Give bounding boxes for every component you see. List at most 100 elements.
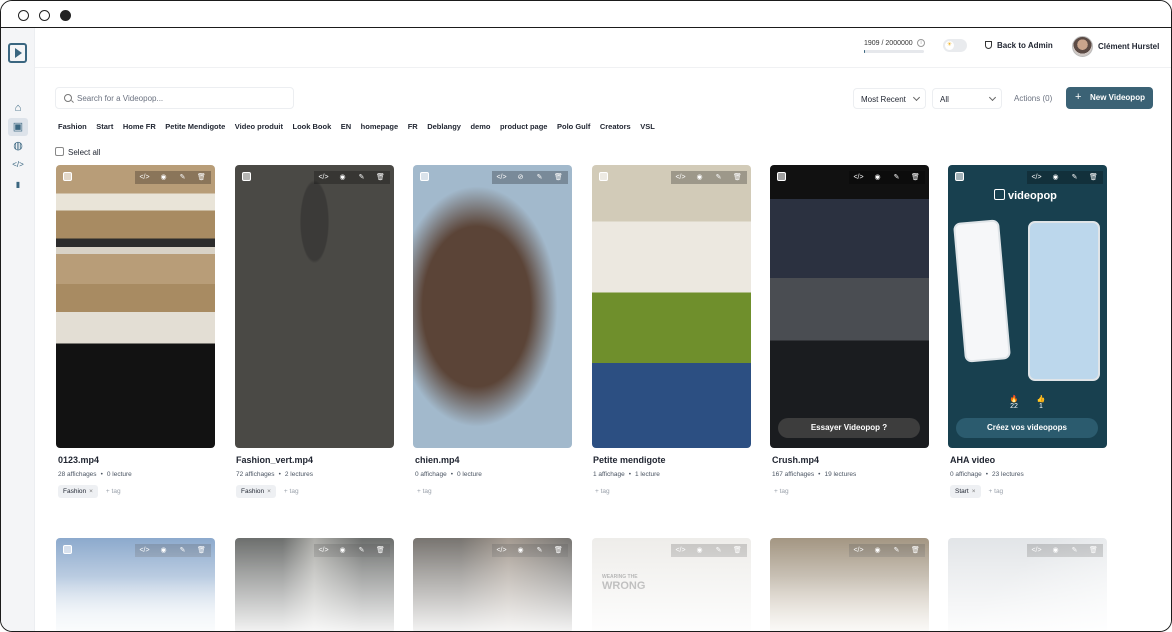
cta-button[interactable]: Créez vos videopops [956, 418, 1098, 438]
add-tag-button[interactable]: + tag [987, 485, 1006, 498]
eye-icon[interactable]: ◉ [154, 544, 173, 557]
add-tag-button[interactable]: + tag [104, 485, 123, 498]
trash-icon[interactable]: 🗑 [1084, 171, 1103, 184]
avatar[interactable] [1072, 36, 1093, 57]
info-icon[interactable]: i [917, 39, 925, 47]
eye-icon[interactable]: ◉ [690, 171, 709, 184]
add-tag-button[interactable]: + tag [282, 485, 301, 498]
video-card[interactable]: </> ⊘ ✎ 🗑 [413, 165, 572, 448]
add-tag-button[interactable]: + tag [772, 485, 791, 498]
cta-button[interactable]: Essayer Videopop ? [778, 418, 920, 438]
card-checkbox[interactable] [242, 172, 251, 181]
add-tag-button[interactable]: + tag [593, 485, 612, 498]
video-card[interactable]: </> ◉ ✎ 🗑 [235, 165, 394, 448]
embed-code-icon[interactable]: </> [492, 544, 511, 557]
embed-code-icon[interactable]: </> [135, 171, 154, 184]
video-camera-icon[interactable]: ▣ [8, 118, 28, 136]
tag-filter[interactable]: Home FR [123, 122, 156, 134]
eye-off-icon[interactable]: ⊘ [511, 171, 530, 184]
globe-icon[interactable]: ◍ [10, 139, 26, 153]
embed-code-icon[interactable]: </> [671, 544, 690, 557]
edit-icon[interactable]: ✎ [173, 171, 192, 184]
video-title[interactable]: 0123.mp4 [58, 455, 218, 465]
edit-icon[interactable]: ✎ [530, 171, 549, 184]
video-card[interactable]: </> ◉ ✎ 🗑 [592, 165, 751, 448]
filter-select[interactable]: All [932, 88, 1002, 109]
tag-filter[interactable]: Video produit [235, 122, 283, 134]
video-card[interactable]: </> ◉ ✎ 🗑 [56, 165, 215, 448]
select-all[interactable]: Select all [55, 147, 100, 157]
video-card[interactable]: </> ◉ ✎ 🗑 [413, 538, 572, 631]
tag-filter[interactable]: EN [341, 122, 351, 134]
video-card[interactable]: </> ◉ ✎ 🗑 [770, 538, 929, 631]
search-input[interactable] [77, 91, 277, 105]
embed-code-icon[interactable]: </> [135, 544, 154, 557]
trash-icon[interactable]: 🗑 [192, 544, 211, 557]
video-card[interactable]: </> ◉ ✎ 🗑 videopop 🔥 22 👍 1 Créez vos vide… [948, 165, 1107, 448]
tag-filter[interactable]: demo [470, 122, 490, 134]
tag-filter[interactable]: Deblangy [427, 122, 461, 134]
video-title[interactable]: AHA video [950, 455, 1110, 465]
trash-icon[interactable]: 🗑 [371, 171, 390, 184]
tag-filter[interactable]: product page [500, 122, 548, 134]
video-card[interactable]: </> ◉ ✎ 🗑 Essayer Videopop ? [770, 165, 929, 448]
edit-icon[interactable]: ✎ [887, 544, 906, 557]
video-card[interactable]: </> ◉ ✎ 🗑 [235, 538, 394, 631]
trash-icon[interactable]: 🗑 [1084, 544, 1103, 557]
video-card[interactable]: </> ◉ ✎ 🗑 [56, 538, 215, 631]
embed-code-icon[interactable]: </> [314, 544, 333, 557]
trash-icon[interactable]: 🗑 [906, 544, 925, 557]
bar-chart-icon[interactable]: ▮ [10, 178, 26, 192]
select-all-checkbox[interactable] [55, 147, 64, 156]
actions-button[interactable]: Actions (0) [1014, 94, 1052, 103]
eye-icon[interactable]: ◉ [511, 544, 530, 557]
embed-code-icon[interactable]: </> [314, 171, 333, 184]
eye-icon[interactable]: ◉ [333, 544, 352, 557]
window-minimize-button[interactable] [39, 10, 50, 21]
eye-icon[interactable]: ◉ [690, 544, 709, 557]
trash-icon[interactable]: 🗑 [549, 171, 568, 184]
embed-code-icon[interactable]: </> [1027, 171, 1046, 184]
eye-icon[interactable]: ◉ [1046, 544, 1065, 557]
tag-filter[interactable]: Creators [600, 122, 631, 134]
edit-icon[interactable]: ✎ [352, 544, 371, 557]
edit-icon[interactable]: ✎ [887, 171, 906, 184]
embed-code-icon[interactable]: </> [671, 171, 690, 184]
edit-icon[interactable]: ✎ [1065, 544, 1084, 557]
video-card[interactable]: </> ◉ ✎ 🗑 [948, 538, 1107, 631]
trash-icon[interactable]: 🗑 [549, 544, 568, 557]
window-close-button[interactable] [18, 10, 29, 21]
tag-filter[interactable]: Look Book [293, 122, 332, 134]
trash-icon[interactable]: 🗑 [371, 544, 390, 557]
trash-icon[interactable]: 🗑 [728, 544, 747, 557]
video-title[interactable]: Petite mendigote [593, 455, 753, 465]
tag-filter[interactable]: Fashion [58, 122, 87, 134]
embed-code-icon[interactable]: </> [849, 544, 868, 557]
remove-tag-icon[interactable]: × [89, 488, 93, 495]
trash-icon[interactable]: 🗑 [728, 171, 747, 184]
card-checkbox[interactable] [777, 172, 786, 181]
embed-code-icon[interactable]: </> [492, 171, 511, 184]
user-name[interactable]: Clément Hurstel [1098, 42, 1159, 51]
new-videopop-button[interactable]: + New Videopop [1066, 87, 1153, 109]
eye-icon[interactable]: ◉ [1046, 171, 1065, 184]
eye-icon[interactable]: ◉ [868, 171, 887, 184]
sort-select[interactable]: Most Recent [853, 88, 926, 109]
card-checkbox[interactable] [420, 172, 429, 181]
card-checkbox[interactable] [63, 172, 72, 181]
video-title[interactable]: Fashion_vert.mp4 [236, 455, 396, 465]
tag-filter[interactable]: FR [408, 122, 418, 134]
home-icon[interactable]: ⌂ [10, 101, 26, 115]
embed-code-icon[interactable]: </> [1027, 544, 1046, 557]
trash-icon[interactable]: 🗑 [906, 171, 925, 184]
eye-icon[interactable]: ◉ [868, 544, 887, 557]
window-maximize-button[interactable] [60, 10, 71, 21]
eye-icon[interactable]: ◉ [154, 171, 173, 184]
tag-filter[interactable]: Petite Mendigote [165, 122, 225, 134]
eye-icon[interactable]: ◉ [333, 171, 352, 184]
video-title[interactable]: chien.mp4 [415, 455, 575, 465]
remove-tag-icon[interactable]: × [267, 488, 271, 495]
back-to-admin-button[interactable]: Back to Admin [985, 41, 1053, 50]
edit-icon[interactable]: ✎ [1065, 171, 1084, 184]
tag-filter[interactable]: VSL [640, 122, 655, 134]
